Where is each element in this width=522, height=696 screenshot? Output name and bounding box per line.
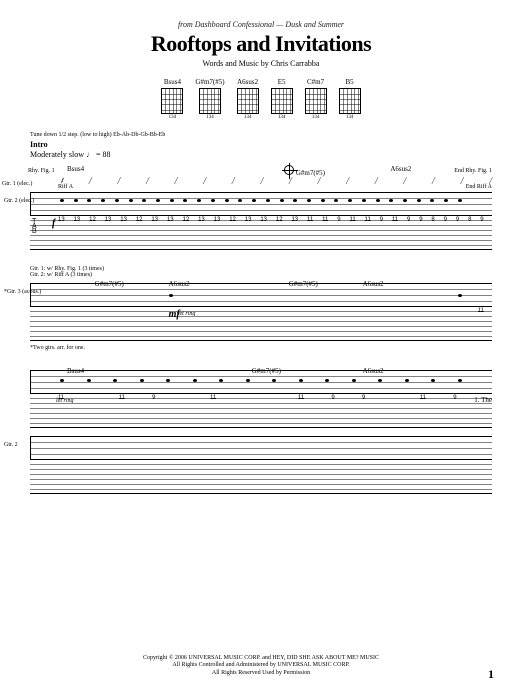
tab-staff: 11119111199119 bbox=[30, 398, 492, 428]
tab-staff bbox=[30, 464, 492, 494]
tuning-note: Tune down 1/2 step. (low to high) Eb-Ab-… bbox=[30, 132, 492, 138]
notation-staff: 1. The let ring bbox=[30, 370, 492, 394]
chord-grid bbox=[237, 88, 259, 114]
sheet-header: from Dashboard Confessional — Dusk and S… bbox=[30, 20, 492, 68]
tab-clef: TAB bbox=[32, 219, 37, 234]
chord-diagram: C#m7 134 bbox=[305, 78, 327, 120]
gtr2-label: Gtr. 2 bbox=[4, 442, 18, 448]
riff-label: Riff A bbox=[58, 184, 73, 190]
rhythm-slashes: 𝄽/////////////// bbox=[30, 176, 492, 190]
notation-staff: Riff A End Riff A Gtr. 2 (elec.) f bbox=[30, 192, 492, 216]
chord-grid bbox=[161, 88, 183, 114]
chord-grid bbox=[199, 88, 221, 114]
tempo-marking: Moderately slow ♩ = 88 bbox=[30, 150, 492, 159]
rhy-fig-label: Rhy. Fig. 1 bbox=[28, 168, 55, 174]
notation-staff-gtr2: Gtr. 2 bbox=[30, 436, 492, 460]
copyright-block: Copyright © 2006 UNIVERSAL MUSIC CORP. a… bbox=[0, 655, 522, 678]
gtr1-label: Gtr. 1 (elec.) bbox=[2, 181, 32, 187]
chord-diagram: E5 134 bbox=[271, 78, 293, 120]
end-riff-label: End Riff A bbox=[466, 184, 492, 190]
chord-diagram: B5 134 bbox=[339, 78, 361, 120]
music-system-1: Bsus4 G#m7(#5) A6sus2 Rhy. Fig. 1 End Rh… bbox=[30, 165, 492, 250]
page-number: 1 bbox=[488, 667, 494, 682]
notation-staff: *Gtr. 3 (acous.) mf let ring bbox=[30, 283, 492, 307]
from-line: from Dashboard Confessional — Dusk and S… bbox=[30, 20, 492, 29]
chord-grid bbox=[339, 88, 361, 114]
music-system-2: Gtr. 1: w/ Rhy. Fig. 1 (3 times) Gtr. 2:… bbox=[30, 266, 492, 351]
gtr-instructions: Gtr. 1: w/ Rhy. Fig. 1 (3 times) Gtr. 2:… bbox=[30, 266, 492, 278]
footnote: *Two gtrs. arr. for one. bbox=[30, 345, 492, 351]
tab-staff: 11 bbox=[30, 311, 492, 341]
chord-diagram: A6sus2 134 bbox=[237, 78, 259, 120]
chord-diagram-row: Bsus4 134 G#m7(#5) 134 A6sus2 134 E5 134… bbox=[30, 78, 492, 120]
song-title: Rooftops and Invitations bbox=[30, 31, 492, 57]
credit-line: Words and Music by Chris Carrabba bbox=[30, 59, 492, 68]
end-rhy-fig-label: End Rhy. Fig. 1 bbox=[454, 168, 492, 174]
chord-diagram: Bsus4 134 bbox=[161, 78, 183, 120]
chord-diagram: G#m7(#5) 134 bbox=[195, 78, 224, 120]
tab-staff: TAB 131312131312131312131312131312131111… bbox=[30, 220, 492, 250]
chord-grid bbox=[271, 88, 293, 114]
chord-grid bbox=[305, 88, 327, 114]
intro-label: Intro bbox=[30, 140, 492, 149]
music-system-3: Bsus4 G#m7(#5) A6sus2 1. The let ring 11… bbox=[30, 367, 492, 494]
